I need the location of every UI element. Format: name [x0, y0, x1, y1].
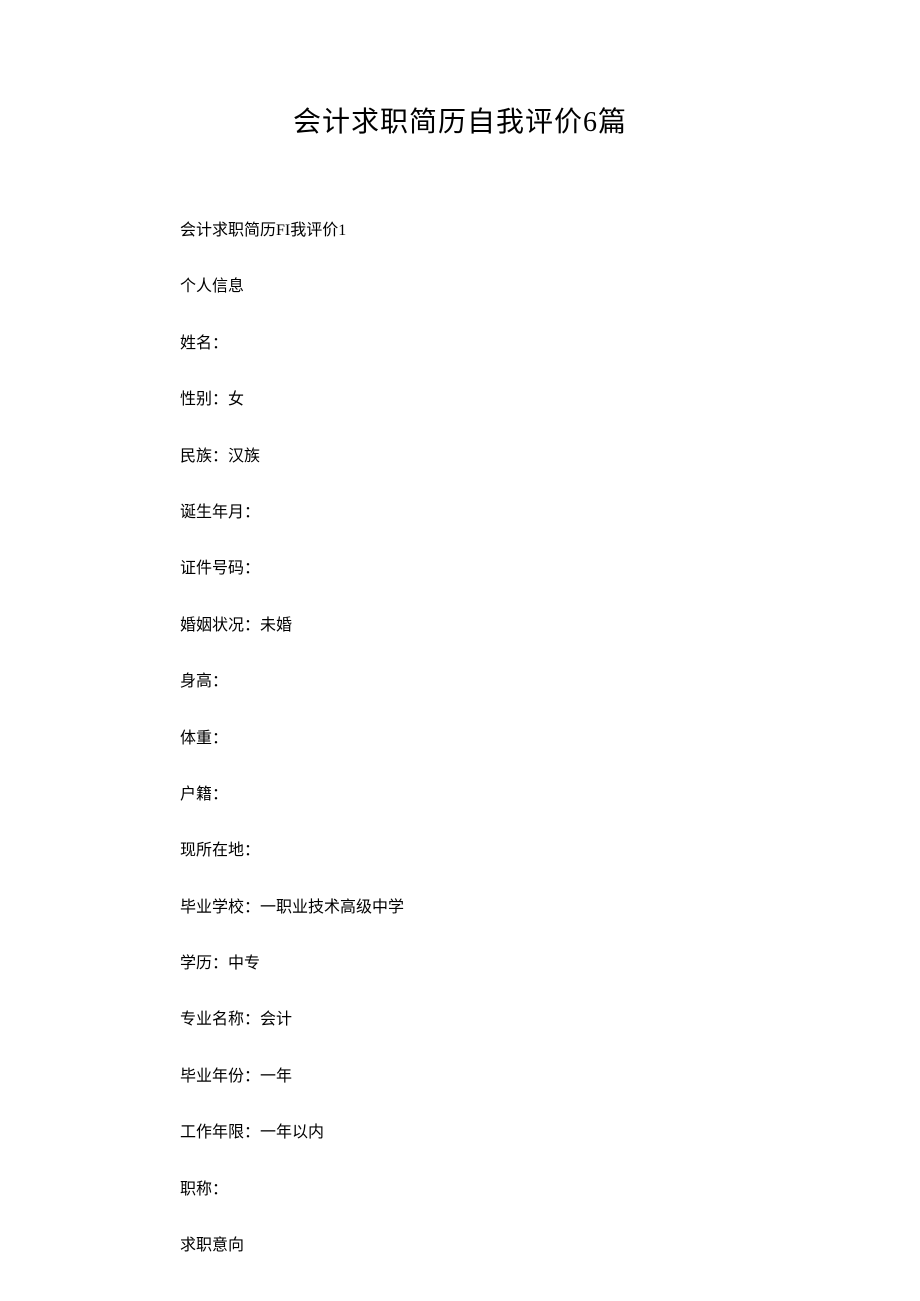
- field-ethnicity: 民族：汉族: [180, 446, 740, 468]
- field-name: 姓名：: [180, 333, 740, 355]
- field-current-location: 现所在地：: [180, 840, 740, 862]
- field-birthdate: 诞生年月：: [180, 502, 740, 524]
- field-graduation-year: 毕业年份：一年: [180, 1066, 740, 1088]
- field-school: 毕业学校：一职业技术高级中学: [180, 897, 740, 919]
- section-header: 会计求职简历FI我评价1: [180, 220, 740, 242]
- field-major: 专业名称：会计: [180, 1009, 740, 1031]
- field-education: 学历：中专: [180, 953, 740, 975]
- field-title: 职称：: [180, 1179, 740, 1201]
- info-label: 个人信息: [180, 276, 740, 298]
- field-gender: 性别：女: [180, 389, 740, 411]
- field-weight: 体重：: [180, 728, 740, 750]
- field-id-number: 证件号码：: [180, 558, 740, 580]
- field-work-years: 工作年限：一年以内: [180, 1122, 740, 1144]
- section-job-intention: 求职意向: [180, 1235, 740, 1257]
- field-height: 身高：: [180, 671, 740, 693]
- document-title: 会计求职简历自我评价6篇: [180, 100, 740, 140]
- field-marital-status: 婚姻状况：未婚: [180, 615, 740, 637]
- field-registration: 户籍：: [180, 784, 740, 806]
